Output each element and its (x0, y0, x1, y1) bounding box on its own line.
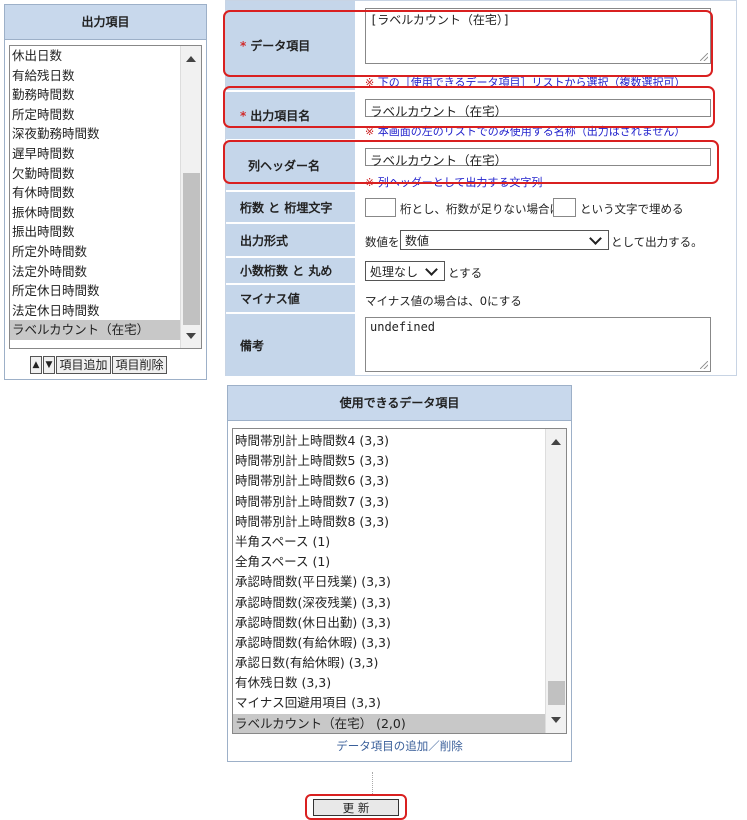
scroll-down-arrow-icon[interactable] (551, 717, 561, 723)
data-item-option[interactable]: 時間帯別計上時間数5 (3,3) (233, 451, 545, 471)
output-item[interactable]: 振休時間数 (10, 203, 180, 223)
data-item-option[interactable]: 承認時間数(深夜残業) (3,3) (233, 593, 545, 613)
chevron-down-icon (425, 262, 438, 276)
data-item-option[interactable]: 承認時間数(休日出勤) (3,3) (233, 613, 545, 633)
data-item-option[interactable]: 時間帯別計上時間数4 (3,3) (233, 431, 545, 451)
data-items-scrollbar[interactable] (545, 429, 566, 733)
digits-text: 桁とし、桁数が足りない場合は (400, 202, 561, 216)
output-items-list[interactable]: 休出日数 有給残日数 勤務時間数 所定時間数 深夜勤務時間数 遅早時間数 欠勤時間数 有休時間… (9, 45, 202, 349)
column-header-highlight (223, 140, 719, 184)
format-select[interactable]: 数値 (400, 230, 609, 250)
data-item-option[interactable]: 有休残日数 (3,3) (233, 673, 545, 693)
available-data-items-panel: 使用できるデータ項目 時間帯別計上時間数4 (3,3) 時間帯別計上時間数5 (3… (227, 385, 572, 762)
output-item[interactable]: 遅早時間数 (10, 144, 180, 164)
scroll-thumb[interactable] (548, 681, 565, 705)
available-data-items-title: 使用できるデータ項目 (228, 386, 571, 421)
delete-item-button[interactable]: 項目削除 (112, 356, 167, 374)
item-settings-form: * データ項目 [ラベルカウント（在宅）] ※ 下の［使用できるデータ項目］リス… (223, 0, 737, 376)
add-item-button[interactable]: 項目追加 (56, 356, 111, 374)
decimal-label-cell: 小数桁数 と 丸め (226, 258, 355, 284)
data-item-option[interactable]: ラベルカウント（在宅） (2,0) (233, 713, 545, 733)
output-item[interactable]: 有給残日数 (10, 66, 180, 86)
available-data-items-list[interactable]: 時間帯別計上時間数4 (3,3) 時間帯別計上時間数5 (3,3) 時間帯別計上時間… (232, 428, 567, 734)
data-item-option[interactable]: 承認時間数(有給休暇) (3,3) (233, 633, 545, 653)
format-label: 出力形式 (240, 233, 289, 248)
data-item-highlight (223, 10, 713, 77)
data-item-option[interactable]: 承認時間数(平日残業) (3,3) (233, 572, 545, 592)
output-item[interactable]: 欠勤時間数 (10, 164, 180, 184)
data-item-option[interactable]: 時間帯別計上時間数6 (3,3) (233, 471, 545, 491)
output-item[interactable]: 勤務時間数 (10, 85, 180, 105)
scroll-up-arrow-icon[interactable] (186, 56, 196, 62)
output-items-panel: 出力項目 休出日数 有給残日数 勤務時間数 所定時間数 深夜勤務時間数 遅早時間数 欠勤時間… (4, 4, 207, 380)
minus-label-cell: マイナス値 (226, 285, 355, 313)
digits-input[interactable] (365, 198, 396, 217)
output-item[interactable]: ラベルカウント（在宅） (10, 320, 180, 340)
data-item-option[interactable]: 半角スペース (1) (233, 532, 545, 552)
chevron-down-icon (589, 231, 602, 245)
output-item[interactable]: 休出日数 (10, 46, 180, 66)
rounding-select[interactable]: 処理なし (365, 261, 445, 281)
output-item[interactable]: 振出時間数 (10, 222, 180, 242)
digits-label-cell: 桁数 と 桁埋文字 (226, 192, 355, 223)
data-item-option[interactable]: 時間帯別計上時間数7 (3,3) (233, 492, 545, 512)
output-item[interactable]: 所定外時間数 (10, 242, 180, 262)
output-item[interactable]: 有休時間数 (10, 183, 180, 203)
update-button[interactable]: 更 新 (313, 799, 399, 816)
output-item[interactable]: 法定休日時間数 (10, 301, 180, 321)
remarks-textarea[interactable]: undefined (365, 317, 711, 372)
data-item-option[interactable]: 全角スペース (1) (233, 552, 545, 572)
output-items-title: 出力項目 (5, 5, 206, 40)
output-items-scrollbar[interactable] (180, 46, 201, 348)
resize-handle-icon[interactable] (700, 361, 708, 369)
scroll-down-arrow-icon[interactable] (186, 333, 196, 339)
minus-text: マイナス値の場合は、0にする (365, 294, 522, 308)
pad-char-text: という文字で埋める (580, 202, 684, 216)
output-name-highlight (223, 86, 715, 128)
output-item[interactable]: 所定時間数 (10, 105, 180, 125)
scroll-up-arrow-icon[interactable] (551, 439, 561, 445)
format-label-cell: 出力形式 (226, 224, 355, 257)
remarks-label-cell: 備考 (226, 314, 355, 376)
output-item[interactable]: 所定休日時間数 (10, 281, 180, 301)
data-item-option[interactable]: 時間帯別計上時間数8 (3,3) (233, 512, 545, 532)
move-up-button[interactable]: ▲ (30, 356, 42, 374)
remarks-label: 備考 (240, 338, 265, 353)
add-delete-data-items-link[interactable]: データ項目の追加／削除 (228, 738, 571, 754)
pad-char-input[interactable] (553, 198, 576, 217)
format-suffix: として出力する。 (611, 235, 703, 249)
scroll-thumb[interactable] (183, 173, 200, 325)
output-item[interactable]: 法定外時間数 (10, 262, 180, 282)
move-down-button[interactable]: ▼ (43, 356, 55, 374)
decimal-label: 小数桁数 と 丸め (240, 264, 333, 278)
minus-label: マイナス値 (240, 292, 300, 306)
update-button-separator (372, 772, 373, 794)
decimal-suffix: とする (448, 266, 483, 280)
format-prefix: 数値を (365, 235, 400, 249)
output-item[interactable]: 深夜勤務時間数 (10, 124, 180, 144)
digits-label: 桁数 と 桁埋文字 (240, 200, 333, 215)
data-item-option[interactable]: 承認日数(有給休暇) (3,3) (233, 653, 545, 673)
data-item-option[interactable]: マイナス回避用項目 (3,3) (233, 693, 545, 713)
